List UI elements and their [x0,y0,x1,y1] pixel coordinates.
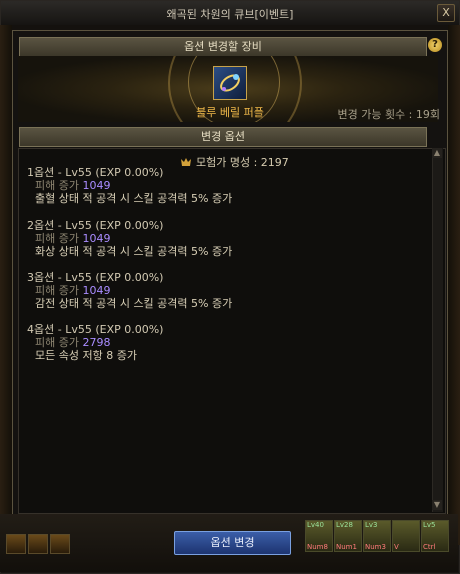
option-1-header: 1옵션 - Lv55 (EXP 0.00%) [27,166,164,179]
skill-slot-2-level: Lv28 [336,521,353,529]
option-1-stat-label: 피해 증가 [35,179,79,192]
option-1: 1옵션 - Lv55 (EXP 0.00%) 피해 증가 1049 출혈 상태 … [27,166,232,205]
options-scrollbar[interactable] [432,148,443,512]
change-option-button[interactable]: 옵션 변경 [174,531,291,555]
option-3: 3옵션 - Lv55 (EXP 0.00%) 피해 증가 1049 감전 상태 … [27,271,232,310]
equipment-item-slot[interactable] [213,66,247,100]
option-4-stat-value: 2798 [82,336,111,349]
option-4-stat: 피해 증가 2798 [27,336,163,349]
skill-slot-4[interactable]: V [392,520,420,552]
left-background-art [0,25,12,545]
dock-shortcut-3-icon[interactable] [50,534,70,554]
option-1-stat: 피해 증가 1049 [27,179,232,192]
skill-slot-5-key: Ctrl [423,543,436,551]
skill-slot-2[interactable]: Lv28 Num1 [334,520,362,552]
skill-slot-3-level: Lv3 [365,521,378,529]
option-3-header: 3옵션 - Lv55 (EXP 0.00%) [27,271,164,284]
option-4-header: 4옵션 - Lv55 (EXP 0.00%) [27,323,164,336]
equip-section-header: 옵션 변경할 장비 [19,37,427,57]
option-3-stat-value: 1049 [82,284,111,297]
skill-slot-5-level: Lv5 [423,521,436,529]
skill-slot-1-level: Lv40 [307,521,324,529]
skill-slot-3[interactable]: Lv3 Num3 [363,520,391,552]
bracelet-icon [220,74,240,92]
option-4: 4옵션 - Lv55 (EXP 0.00%) 피해 증가 2798 모든 속성 … [27,323,163,362]
skill-slot-4-key: V [394,543,399,551]
help-icon[interactable]: ? [428,38,442,52]
option-2-stat-label: 피해 증가 [35,232,79,245]
option-3-stat-label: 피해 증가 [35,284,79,297]
dock-shortcut-1-icon[interactable] [6,534,26,554]
option-2: 2옵션 - Lv55 (EXP 0.00%) 피해 증가 1049 화상 상태 … [27,219,232,258]
option-3-stat: 피해 증가 1049 [27,284,232,297]
option-3-effect: 감전 상태 적 공격 시 스킬 공격력 5% 증가 [35,297,233,310]
option-2-stat-value: 1049 [82,232,111,245]
option-2-stat: 피해 증가 1049 [27,232,232,245]
scroll-down-button[interactable]: ▼ [432,500,442,510]
option-4-effect: 모든 속성 저항 8 증가 [35,349,137,362]
skill-slot-1-key: Num8 [307,543,328,551]
skill-slot-5[interactable]: Lv5 Ctrl [421,520,449,552]
option-2-header: 2옵션 - Lv55 (EXP 0.00%) [27,219,164,232]
close-button[interactable]: X [437,4,455,22]
option-4-stat-label: 피해 증가 [35,336,79,349]
skill-slot-2-key: Num1 [336,543,357,551]
dock-shortcut-2-icon[interactable] [28,534,48,554]
skill-slot-1[interactable]: Lv40 Num8 [305,520,333,552]
title-bar[interactable]: 왜곡된 차원의 큐브[이벤트] X [1,1,459,26]
skill-slot-3-key: Num3 [365,543,386,551]
change-count: 변경 가능 횟수 : 19회 [337,108,440,121]
option-2-effect: 화상 상태 적 공격 시 스킬 공격력 5% 증가 [35,245,233,258]
option-1-stat-value: 1049 [82,179,111,192]
options-section-header: 변경 옵션 [19,127,427,147]
right-background-art [448,25,460,545]
option-1-effect: 출혈 상태 적 공격 시 스킬 공격력 5% 증가 [35,192,233,205]
window-title: 왜곡된 차원의 큐브[이벤트] [166,8,294,21]
scroll-up-button[interactable]: ▲ [432,148,442,158]
item-name: 블루 베릴 퍼플 [196,106,264,119]
